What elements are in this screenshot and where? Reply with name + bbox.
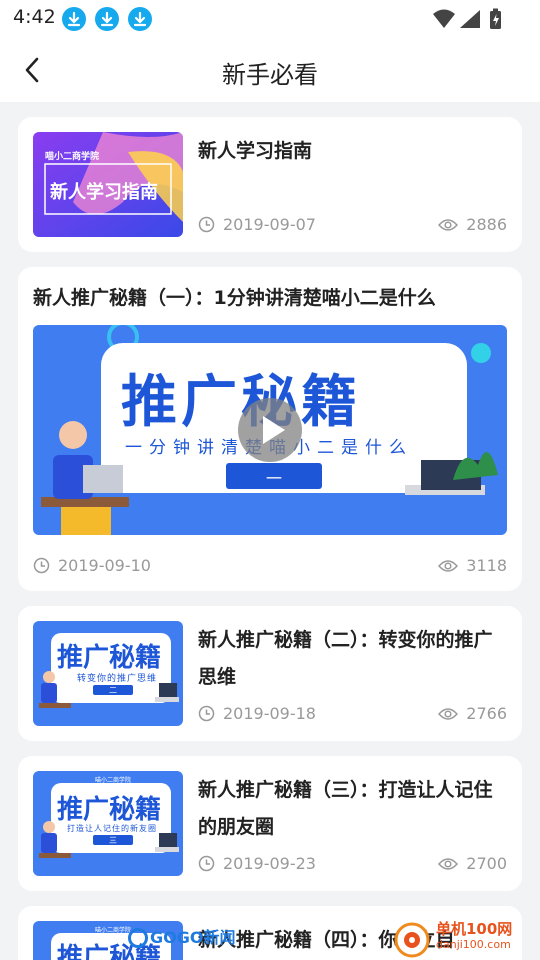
article-thumbnail: 喵小二商学院 新人学习指南	[33, 132, 183, 237]
watermark-left-text: GOGO新闻	[150, 927, 236, 947]
cell-signal-icon	[460, 10, 480, 28]
thumb-brand: 喵小二商学院	[95, 927, 132, 934]
watermark-right: 单机100网 danji100.com	[384, 916, 534, 958]
clock-icon	[198, 855, 215, 872]
clock-icon	[198, 216, 215, 233]
download-icon	[95, 7, 119, 31]
thumb-title: 推广秘籍	[57, 795, 162, 825]
article-title: 新人学习指南	[198, 140, 313, 162]
thumb-subtitle: 转变你的推广思维	[77, 674, 158, 684]
thumb-title: 推广秘籍	[57, 643, 162, 673]
thumb-brand: 喵小二商学院	[95, 777, 132, 784]
header: 新手必看	[0, 38, 540, 102]
watermark-right-bottom: danji100.com	[436, 938, 511, 951]
status-bar: 4:42	[0, 0, 540, 38]
article-date: 2019-09-18	[198, 704, 316, 723]
article-title: 新人推广秘籍（二）：转变你的推广思维	[198, 629, 493, 688]
date-text: 2019-09-07	[223, 215, 316, 234]
status-time: 4:42	[13, 6, 56, 28]
article-thumbnail: 喵小二商学院 推广秘籍 打造让人记住的新友圈 三	[33, 771, 183, 876]
play-button[interactable]	[238, 398, 302, 462]
article-card[interactable]: 推广秘籍 转变你的推广思维 二 新人推广秘籍（二）：转变你的推广思维 2019-…	[18, 606, 522, 741]
battery-icon	[490, 8, 501, 29]
watermark-left: GOGO新闻	[128, 924, 236, 948]
play-icon	[263, 416, 285, 444]
views-text: 3118	[466, 556, 507, 575]
article-views: 3118	[438, 556, 507, 575]
views-text: 2700	[466, 854, 507, 873]
clock-icon	[198, 705, 215, 722]
article-cover: 推广秘籍 一分钟讲清楚喵小二是什么 一	[33, 325, 507, 535]
article-card[interactable]: 喵小二商学院 新人学习指南 新人学习指南 2019-09-07 2886	[18, 117, 522, 252]
thumb-subtitle: 打造让人记住的新友圈	[67, 824, 157, 833]
watermark-right-top: 单机100网	[436, 920, 513, 938]
article-views: 2766	[438, 704, 507, 723]
article-views: 2886	[438, 215, 507, 234]
gogo-logo-icon	[128, 928, 148, 948]
article-card-video[interactable]: 新人推广秘籍（一）：1分钟讲清楚喵小二是什么 推广秘籍 一分钟讲清楚喵小二是什么…	[18, 267, 522, 591]
article-date: 2019-09-07	[198, 215, 316, 234]
date-text: 2019-09-23	[223, 854, 316, 873]
eye-icon	[438, 707, 459, 720]
wifi-icon	[433, 9, 455, 28]
article-title: 新人推广秘籍（三）：打造让人记住的朋友圈	[198, 779, 493, 838]
thumb-badge: 三	[109, 836, 117, 845]
views-text: 2886	[466, 215, 507, 234]
article-thumbnail: 推广秘籍 转变你的推广思维 二	[33, 621, 183, 726]
views-text: 2766	[466, 704, 507, 723]
page-title: 新手必看	[222, 61, 318, 89]
article-date: 2019-09-10	[33, 556, 151, 575]
article-card[interactable]: 喵小二商学院 推广秘籍 打造让人记住的新友圈 三 新人推广秘籍（三）：打造让人记…	[18, 756, 522, 891]
cover-badge: 一	[265, 469, 282, 488]
thumb-brand: 喵小二商学院	[45, 152, 100, 162]
status-icons	[432, 8, 504, 34]
download-icon	[62, 7, 86, 31]
date-text: 2019-09-18	[223, 704, 316, 723]
date-text: 2019-09-10	[58, 556, 151, 575]
article-title: 新人推广秘籍（一）：1分钟讲清楚喵小二是什么	[33, 287, 436, 309]
eye-icon	[438, 857, 459, 870]
eye-icon	[438, 559, 459, 572]
clock-icon	[33, 557, 50, 574]
article-views: 2700	[438, 854, 507, 873]
danji-logo-icon	[394, 922, 430, 958]
thumb-text: 新人学习指南	[50, 182, 158, 203]
thumb-badge: 二	[109, 686, 117, 695]
article-date: 2019-09-23	[198, 854, 316, 873]
eye-icon	[438, 218, 459, 231]
download-icon	[128, 7, 152, 31]
